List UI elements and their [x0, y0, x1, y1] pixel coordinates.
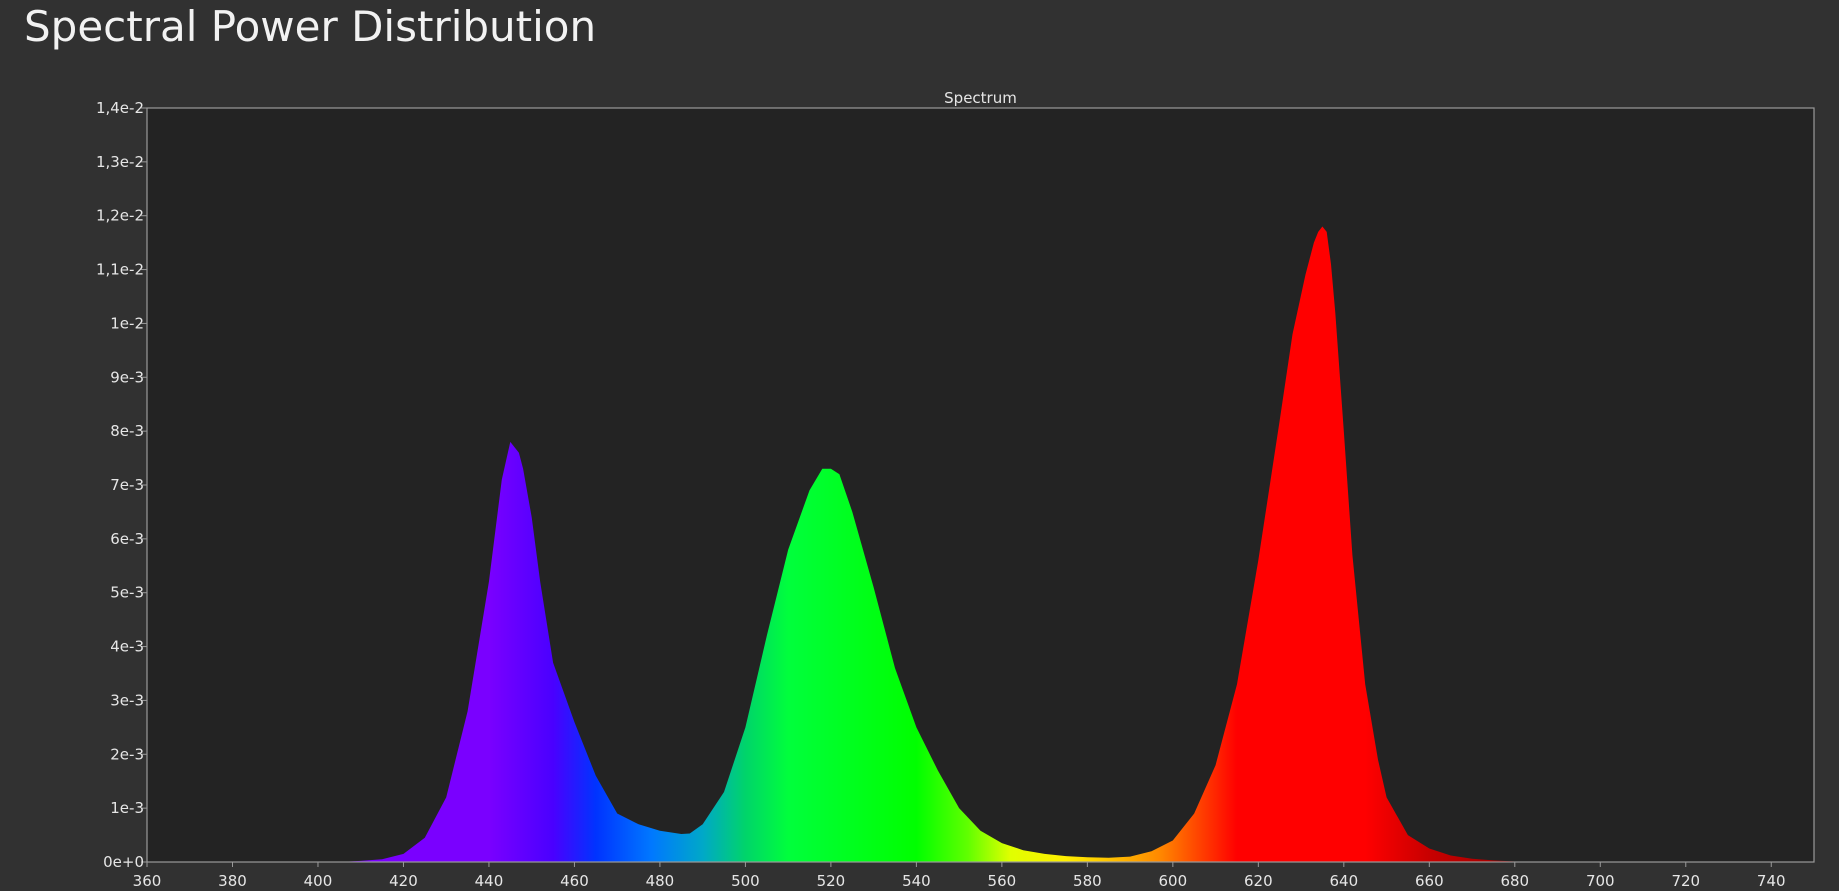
x-tick-label: 620 [1244, 872, 1273, 890]
x-tick-label: 540 [902, 872, 931, 890]
y-tick-label: 9e-3 [110, 368, 144, 386]
y-tick-label: 1e-3 [110, 799, 144, 817]
y-tick-label: 5e-3 [110, 584, 144, 602]
y-tick-label: 1,4e-2 [96, 99, 144, 117]
x-tick-label: 420 [389, 872, 418, 890]
y-tick-label: 1e-2 [110, 314, 144, 332]
x-tick-label: 600 [1159, 872, 1188, 890]
x-tick-label: 680 [1500, 872, 1529, 890]
chart-title: Spectrum [944, 89, 1017, 107]
x-tick-label: 640 [1330, 872, 1359, 890]
x-tick-label: 380 [218, 872, 247, 890]
x-tick-label: 740 [1757, 872, 1786, 890]
x-tick-label: 440 [475, 872, 504, 890]
y-tick-label: 1,2e-2 [96, 207, 144, 225]
x-tick-label: 360 [133, 872, 162, 890]
x-tick-label: 580 [1073, 872, 1102, 890]
x-tick-label: 700 [1586, 872, 1615, 890]
y-tick-label: 8e-3 [110, 422, 144, 440]
x-tick-label: 720 [1671, 872, 1700, 890]
x-tick-label: 560 [988, 872, 1017, 890]
y-tick-label: 4e-3 [110, 638, 144, 656]
plot-area [147, 108, 1814, 862]
y-axis: 0e+0 1e-3 2e-3 3e-3 4e-3 5e-3 6e-3 7e-3 8e-3 9e-3… [96, 99, 147, 871]
x-tick-label: 460 [560, 872, 589, 890]
y-tick-label: 3e-3 [110, 691, 144, 709]
x-tick-label: 520 [817, 872, 846, 890]
y-tick-label: 2e-3 [110, 745, 144, 763]
x-tick-label: 400 [304, 872, 333, 890]
x-axis: 360 380 400 420 440 460 480 500 520 540 560 580 600 6… [133, 862, 1786, 890]
x-tick-label: 500 [731, 872, 760, 890]
y-tick-label: 1,3e-2 [96, 153, 144, 171]
x-tick-label: 660 [1415, 872, 1444, 890]
y-tick-label: 6e-3 [110, 530, 144, 548]
y-tick-label: 1,1e-2 [96, 261, 144, 279]
spectrum-chart: 360 380 400 420 440 460 480 500 520 540 560 580 600 6… [96, 89, 1815, 890]
y-tick-label: 0e+0 [103, 853, 144, 871]
x-tick-label: 480 [646, 872, 675, 890]
y-tick-label: 7e-3 [110, 476, 144, 494]
